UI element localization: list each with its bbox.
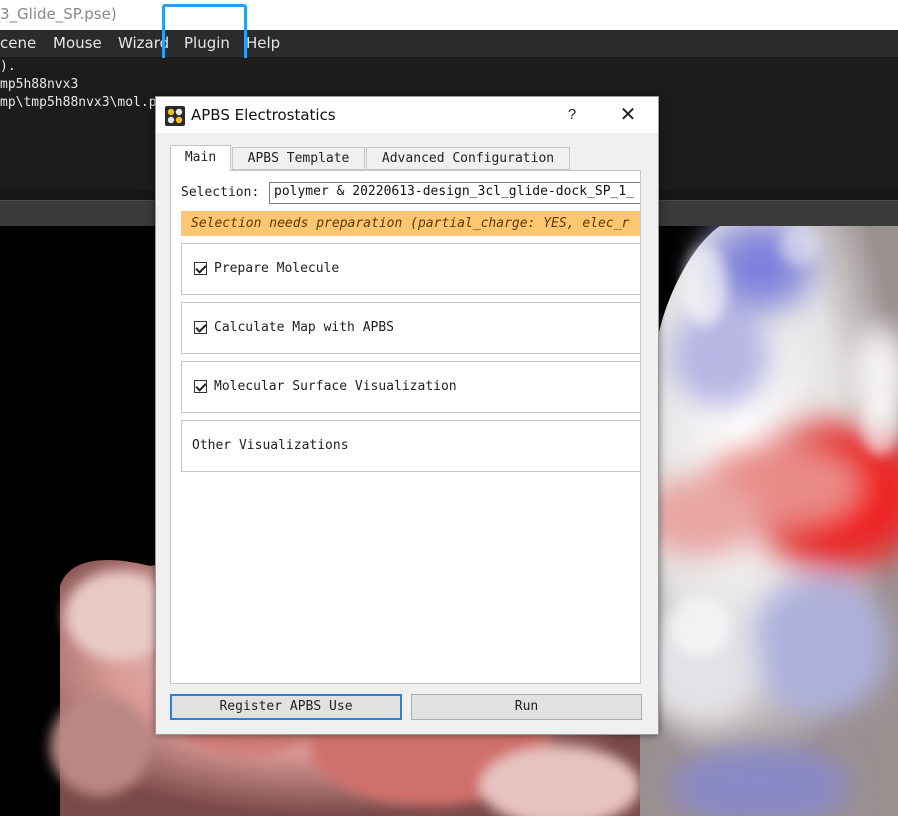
tab-main[interactable]: Main	[170, 145, 231, 171]
section-label: Calculate Map with APBS	[214, 320, 395, 335]
selection-input[interactable]: polymer & 20220613-design_3cl_glide-dock…	[269, 182, 640, 204]
run-button[interactable]: Run	[411, 694, 642, 720]
help-button[interactable]: ?	[561, 103, 583, 127]
section-other-visualizations[interactable]: Other Visualizations	[181, 420, 640, 472]
tab-advanced-configuration[interactable]: Advanced Configuration	[366, 147, 570, 170]
plugin-menu-highlight	[162, 4, 247, 61]
calculate-map-checkbox[interactable]	[194, 321, 207, 334]
surface-visualization-checkbox[interactable]	[194, 380, 207, 393]
section-surface-visualization[interactable]: Molecular Surface Visualization	[181, 361, 640, 413]
apbs-logo-icon	[165, 106, 185, 126]
menu-help[interactable]: Help	[246, 34, 280, 52]
console-line: ).	[0, 59, 16, 74]
console-line: mp\tmp5h88nvx3\mol.p	[0, 95, 157, 110]
prepare-molecule-checkbox[interactable]	[194, 262, 207, 275]
dialog-title-bar[interactable]: APBS Electrostatics ? ✕	[156, 97, 658, 133]
selection-label: Selection:	[181, 185, 260, 200]
preparation-warning: Selection needs preparation (partial_cha…	[181, 211, 640, 236]
menu-mouse[interactable]: Mouse	[53, 34, 102, 52]
close-icon[interactable]: ✕	[616, 103, 640, 127]
menubar: cene Mouse Wizard Plugin Help	[0, 30, 898, 58]
dialog-title: APBS Electrostatics	[191, 106, 336, 124]
section-prepare-molecule[interactable]: Prepare Molecule	[181, 243, 640, 295]
section-label: Molecular Surface Visualization	[214, 379, 457, 394]
tab-apbs-template[interactable]: APBS Template	[232, 147, 365, 170]
console-line: mp5h88nvx3	[0, 77, 79, 92]
window-title: 3_Glide_SP.pse)	[0, 5, 117, 23]
apbs-dialog: APBS Electrostatics ? ✕ Main APBS Templa…	[155, 96, 659, 735]
window-title-bar: 3_Glide_SP.pse)	[0, 0, 898, 30]
menu-scene[interactable]: cene	[0, 34, 36, 52]
register-apbs-button[interactable]: Register APBS Use	[170, 694, 402, 720]
section-label: Prepare Molecule	[214, 261, 340, 276]
section-label: Other Visualizations	[192, 438, 349, 453]
section-calculate-map[interactable]: Calculate Map with APBS	[181, 302, 640, 354]
main-tab-pane: Selection: polymer & 20220613-design_3cl…	[170, 170, 641, 684]
